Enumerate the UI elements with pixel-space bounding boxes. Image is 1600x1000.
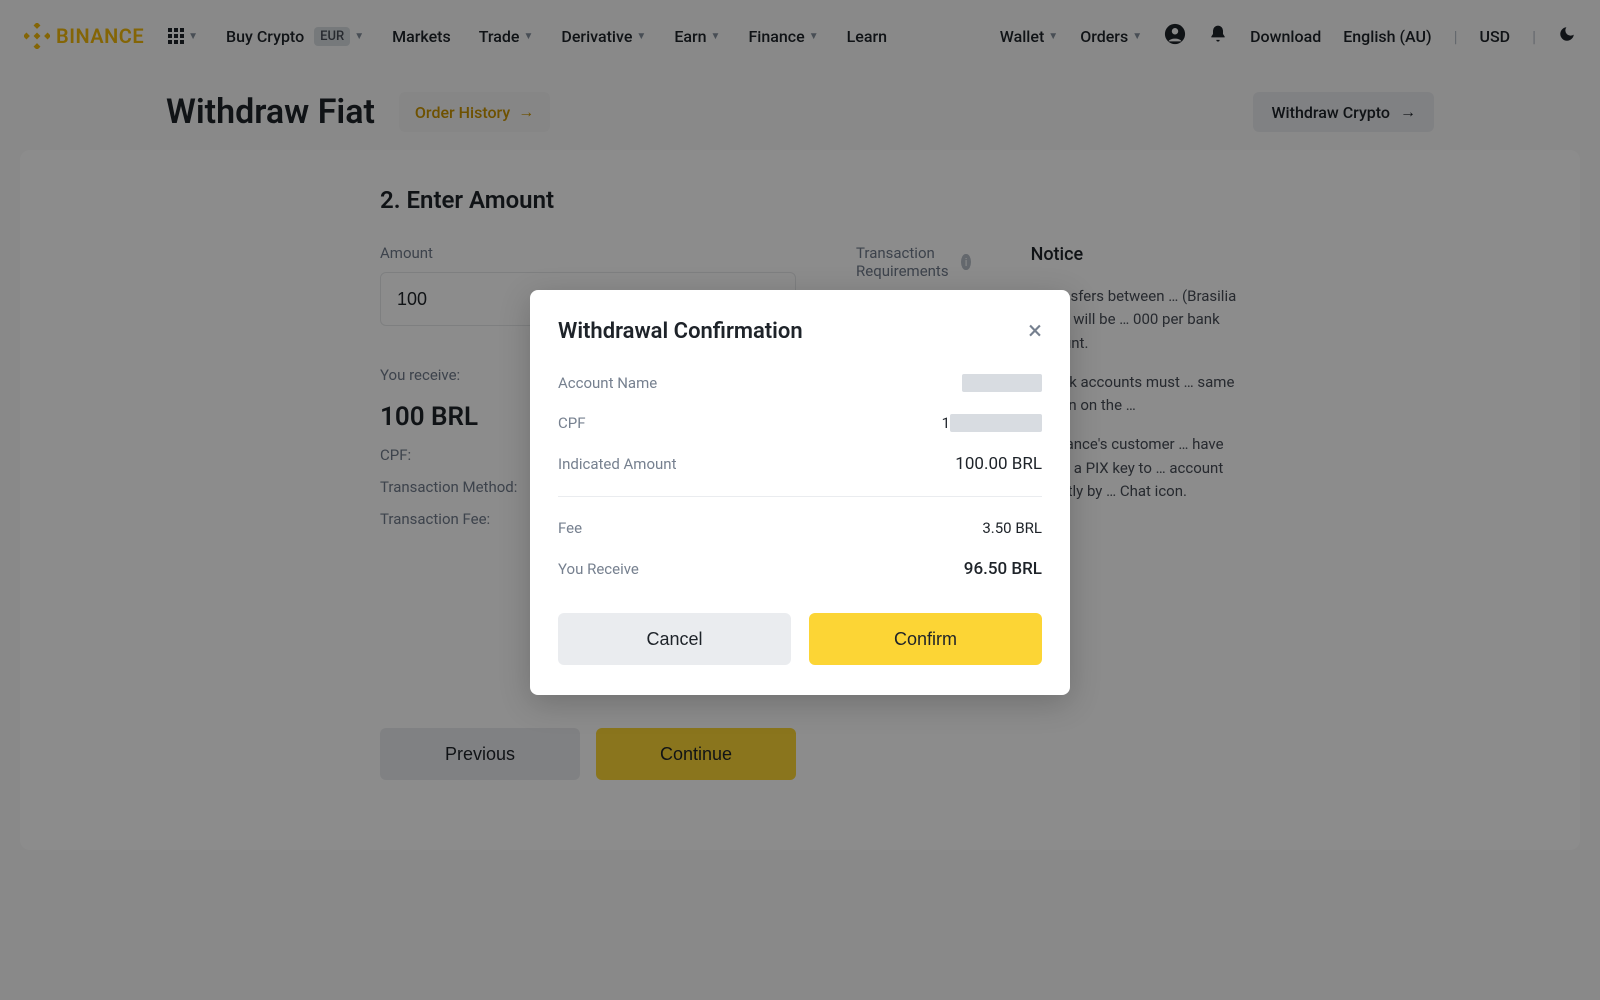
close-icon[interactable]: ×: [1028, 318, 1042, 344]
cpf-prefix: 1: [942, 414, 950, 432]
indicated-amount-value: 100.00 BRL: [955, 454, 1042, 474]
modal-cpf-value: 1: [942, 414, 1042, 432]
withdrawal-confirmation-modal: Withdrawal Confirmation × Account Name C…: [530, 290, 1070, 695]
modal-fee-label: Fee: [558, 519, 582, 537]
confirm-button[interactable]: Confirm: [809, 613, 1042, 665]
modal-receive-label: You Receive: [558, 560, 639, 578]
account-name-label: Account Name: [558, 374, 657, 392]
account-name-value-redacted: [962, 374, 1042, 392]
modal-cpf-label: CPF: [558, 414, 586, 432]
modal-fee-value: 3.50 BRL: [982, 519, 1042, 537]
modal-overlay: Withdrawal Confirmation × Account Name C…: [0, 0, 1600, 1000]
cancel-button[interactable]: Cancel: [558, 613, 791, 665]
divider: [558, 496, 1042, 497]
modal-title: Withdrawal Confirmation: [558, 319, 1028, 344]
indicated-amount-label: Indicated Amount: [558, 455, 676, 473]
cpf-redacted: [950, 414, 1042, 432]
modal-receive-value: 96.50 BRL: [964, 559, 1042, 579]
